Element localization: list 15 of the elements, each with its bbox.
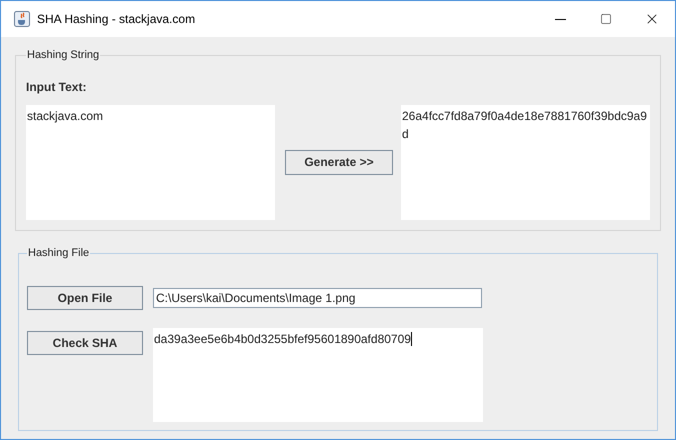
window-title: SHA Hashing - stackjava.com <box>37 11 196 28</box>
file-path-field[interactable]: C:\Users\kai\Documents\Image 1.png <box>153 288 482 308</box>
minimize-icon <box>554 18 566 20</box>
input-label: Input Text: <box>26 78 88 96</box>
sha-result-area[interactable]: da39a3ee5e6b4b0d3255bfef95601890afd80709 <box>153 328 483 422</box>
hash-output-area[interactable]: 26a4fcc7fd8a79f0a4de18e7881760f39bdc9a9d <box>401 104 650 220</box>
input-text-area[interactable]: stackjava.com <box>26 104 275 220</box>
panel-title: Hashing String <box>26 48 100 63</box>
text-cursor <box>410 332 412 346</box>
java-cup-icon <box>14 11 30 27</box>
maximize-icon <box>600 13 612 25</box>
generate-button[interactable]: Generate >> <box>285 150 393 174</box>
panel-title: Hashing File <box>27 246 90 261</box>
open-file-button[interactable]: Open File <box>27 286 143 310</box>
check-sha-button[interactable]: Check SHA <box>27 330 143 354</box>
